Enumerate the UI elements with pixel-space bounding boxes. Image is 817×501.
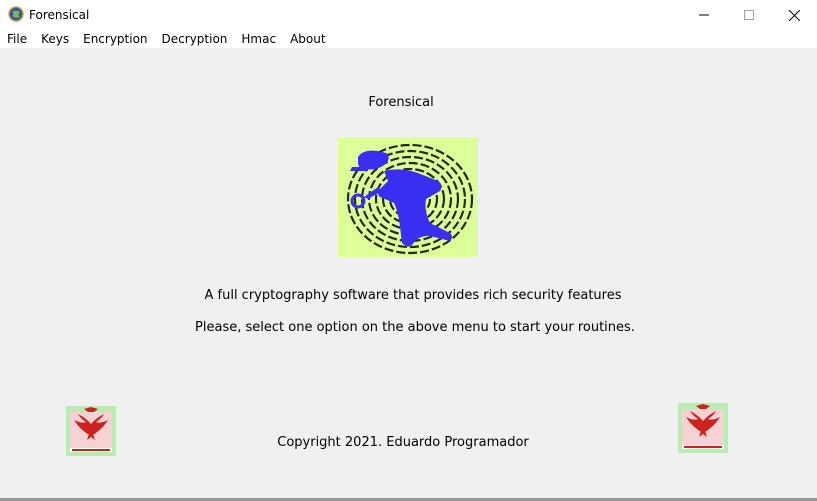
menu-decryption[interactable]: Decryption [155,30,235,48]
menu-about[interactable]: About [283,30,332,48]
app-icon [8,6,24,22]
fingerprint-detective-logo [338,137,478,257]
menu-bar: File Keys Encryption Decryption Hmac Abo… [0,30,817,48]
title-bar[interactable]: Forensical [0,0,817,30]
instruction-text: Please, select one option on the above m… [195,320,635,335]
menu-keys[interactable]: Keys [34,30,76,48]
menu-hmac[interactable]: Hmac [234,30,283,48]
menu-file[interactable]: File [0,30,34,48]
window-title: Forensical [29,8,90,22]
menu-encryption[interactable]: Encryption [76,30,154,48]
minimize-icon [699,14,709,16]
maximize-button[interactable] [726,0,772,30]
close-button[interactable] [771,0,817,30]
description-text: A full cryptography software that provid… [204,288,622,303]
minimize-button[interactable] [681,0,727,30]
page-title: Forensical [368,95,434,110]
winged-emblem-badge [678,403,728,453]
app-window: Forensical File Keys Encryption Decrypti… [0,0,817,501]
close-icon [788,9,800,21]
maximize-icon [744,10,754,20]
main-panel: Forensical A full cryptography software … [0,48,817,498]
